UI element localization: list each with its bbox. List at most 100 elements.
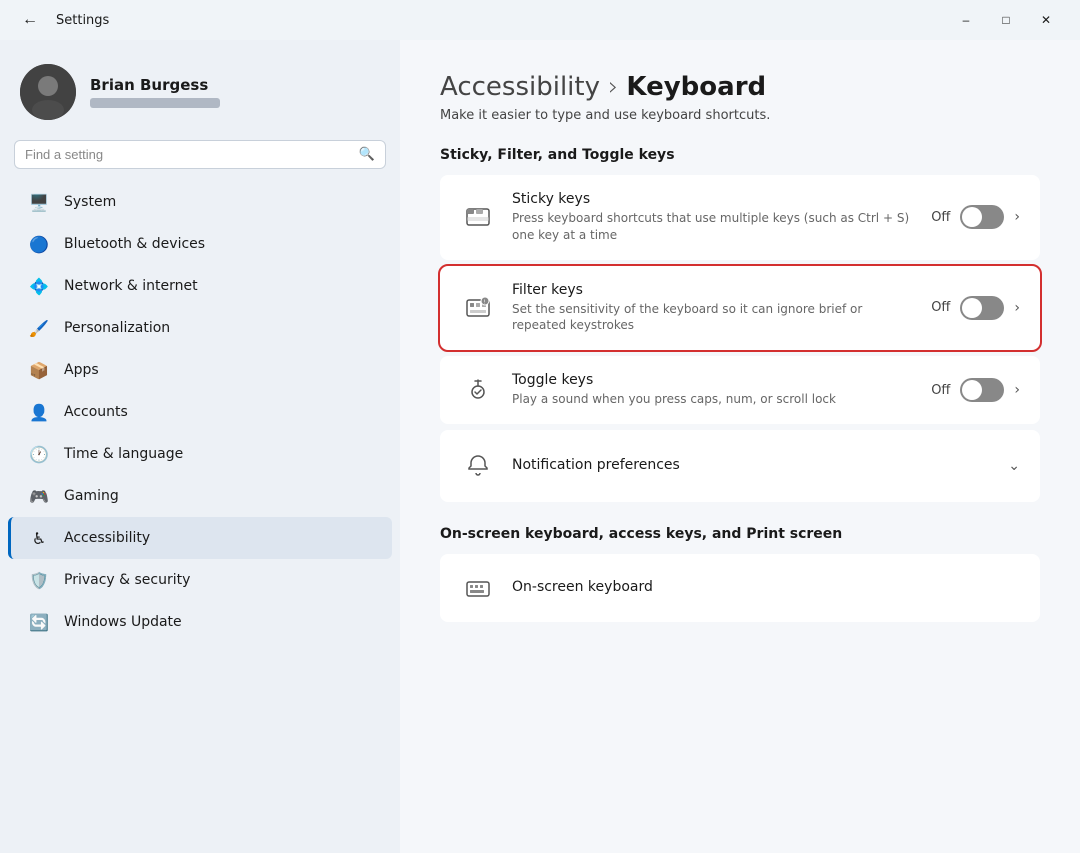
toggle-keys-text: Toggle keys Play a sound when you press … [512,372,915,408]
toggle-keys-card: Toggle keys Play a sound when you press … [440,356,1040,424]
section2-title: On-screen keyboard, access keys, and Pri… [440,526,1040,542]
breadcrumb: Accessibility › Keyboard [440,72,1040,102]
bluetooth-icon: 🔵 [28,233,50,255]
personalization-icon: 🖌️ [28,317,50,339]
network-icon: 💠 [28,275,50,297]
user-profile[interactable]: Brian Burgess [0,48,400,140]
on-screen-keyboard-row[interactable]: On-screen keyboard [440,554,1040,622]
user-email-bar [90,98,220,108]
maximize-button[interactable]: □ [988,6,1024,34]
sticky-keys-row[interactable]: Sticky keys Press keyboard shortcuts tha… [440,175,1040,260]
system-icon: 🖥️ [28,191,50,213]
toggle-keys-status: Off [931,383,950,398]
privacy-icon: 🛡️ [28,569,50,591]
on-screen-keyboard-title: On-screen keyboard [512,579,1020,595]
filter-keys-chevron: › [1014,300,1020,316]
notification-expand-icon: ⌄ [1008,458,1020,474]
toggle-keys-toggle[interactable] [960,378,1004,402]
section1-title: Sticky, Filter, and Toggle keys [440,147,1040,163]
windows-update-icon: 🔄 [28,611,50,633]
toggle-keys-chevron: › [1014,382,1020,398]
notification-icon [460,448,496,484]
sidebar-item-windows-update[interactable]: 🔄 Windows Update [8,601,392,643]
sidebar-item-accounts[interactable]: 👤 Accounts [8,391,392,433]
back-button[interactable]: ← [16,6,44,34]
nav-list: 🖥️ System 🔵 Bluetooth & devices 💠 Networ… [0,181,400,643]
sticky-keys-status: Off [931,210,950,225]
filter-keys-toggle[interactable] [960,296,1004,320]
filter-keys-status: Off [931,300,950,315]
toggle-keys-title: Toggle keys [512,372,915,388]
sidebar-item-label: System [64,194,116,210]
sidebar-item-label: Network & internet [64,278,198,294]
sticky-keys-controls: Off › [931,205,1020,229]
sidebar: Brian Burgess 🔍 🖥️ System 🔵 Bluetooth & … [0,40,400,853]
sidebar-item-label: Apps [64,362,99,378]
sidebar-item-label: Accounts [64,404,128,420]
sidebar-item-label: Time & language [64,446,183,462]
filter-keys-text: Filter keys Set the sensitivity of the k… [512,282,915,335]
sticky-keys-card: Sticky keys Press keyboard shortcuts tha… [440,175,1040,260]
apps-icon: 📦 [28,359,50,381]
app-body: Brian Burgess 🔍 🖥️ System 🔵 Bluetooth & … [0,40,1080,853]
window-controls: – □ ✕ [948,6,1064,34]
sidebar-item-privacy[interactable]: 🛡️ Privacy & security [8,559,392,601]
filter-keys-toggle-knob [962,298,982,318]
search-input[interactable] [25,147,351,162]
sidebar-item-label: Personalization [64,320,170,336]
sticky-keys-toggle[interactable] [960,205,1004,229]
sticky-keys-icon [460,199,496,235]
breadcrumb-separator: › [608,72,618,102]
sidebar-item-label: Windows Update [64,614,182,630]
sidebar-item-apps[interactable]: 📦 Apps [8,349,392,391]
svg-text:!: ! [484,299,486,305]
sidebar-item-personalization[interactable]: 🖌️ Personalization [8,307,392,349]
notification-controls: ⌄ [1008,458,1020,474]
toggle-keys-controls: Off › [931,378,1020,402]
filter-keys-desc: Set the sensitivity of the keyboard so i… [512,301,915,335]
sidebar-item-time[interactable]: 🕐 Time & language [8,433,392,475]
toggle-keys-icon [460,372,496,408]
sticky-keys-text: Sticky keys Press keyboard shortcuts tha… [512,191,915,244]
sidebar-item-system[interactable]: 🖥️ System [8,181,392,223]
notification-preferences-row[interactable]: Notification preferences ⌄ [440,430,1040,502]
filter-keys-controls: Off › [931,296,1020,320]
sidebar-item-accessibility[interactable]: ♿ Accessibility [8,517,392,559]
toggle-keys-desc: Play a sound when you press caps, num, o… [512,391,915,408]
toggle-keys-row[interactable]: Toggle keys Play a sound when you press … [440,356,1040,424]
notification-text: Notification preferences [512,457,992,476]
breadcrumb-parent[interactable]: Accessibility [440,72,600,102]
sidebar-item-label: Privacy & security [64,572,190,588]
toggle-keys-toggle-knob [962,380,982,400]
sticky-keys-chevron: › [1014,209,1020,225]
sidebar-item-network[interactable]: 💠 Network & internet [8,265,392,307]
sidebar-item-label: Bluetooth & devices [64,236,205,252]
accounts-icon: 👤 [28,401,50,423]
sticky-keys-desc: Press keyboard shortcuts that use multip… [512,210,915,244]
on-screen-keyboard-icon [460,570,496,606]
filter-keys-title: Filter keys [512,282,915,298]
breadcrumb-current: Keyboard [626,72,766,102]
app-title: Settings [56,13,109,28]
accessibility-icon: ♿ [28,527,50,549]
sticky-keys-toggle-knob [962,207,982,227]
sidebar-item-gaming[interactable]: 🎮 Gaming [8,475,392,517]
avatar [20,64,76,120]
filter-keys-icon: ! [460,290,496,326]
user-info: Brian Burgess [90,76,220,108]
sticky-keys-title: Sticky keys [512,191,915,207]
search-icon: 🔍 [359,147,375,162]
search-box[interactable]: 🔍 [14,140,386,169]
page-subtitle: Make it easier to type and use keyboard … [440,108,1040,123]
time-icon: 🕐 [28,443,50,465]
main-content: Accessibility › Keyboard Make it easier … [400,40,1080,853]
page-header: Accessibility › Keyboard Make it easier … [440,72,1040,123]
minimize-button[interactable]: – [948,6,984,34]
title-bar: ← Settings – □ ✕ [0,0,1080,40]
on-screen-keyboard-card: On-screen keyboard [440,554,1040,622]
close-button[interactable]: ✕ [1028,6,1064,34]
user-name: Brian Burgess [90,76,220,94]
sidebar-item-bluetooth[interactable]: 🔵 Bluetooth & devices [8,223,392,265]
sidebar-item-label: Gaming [64,488,119,504]
filter-keys-row[interactable]: ! Filter keys Set the sensitivity of the… [440,266,1040,351]
